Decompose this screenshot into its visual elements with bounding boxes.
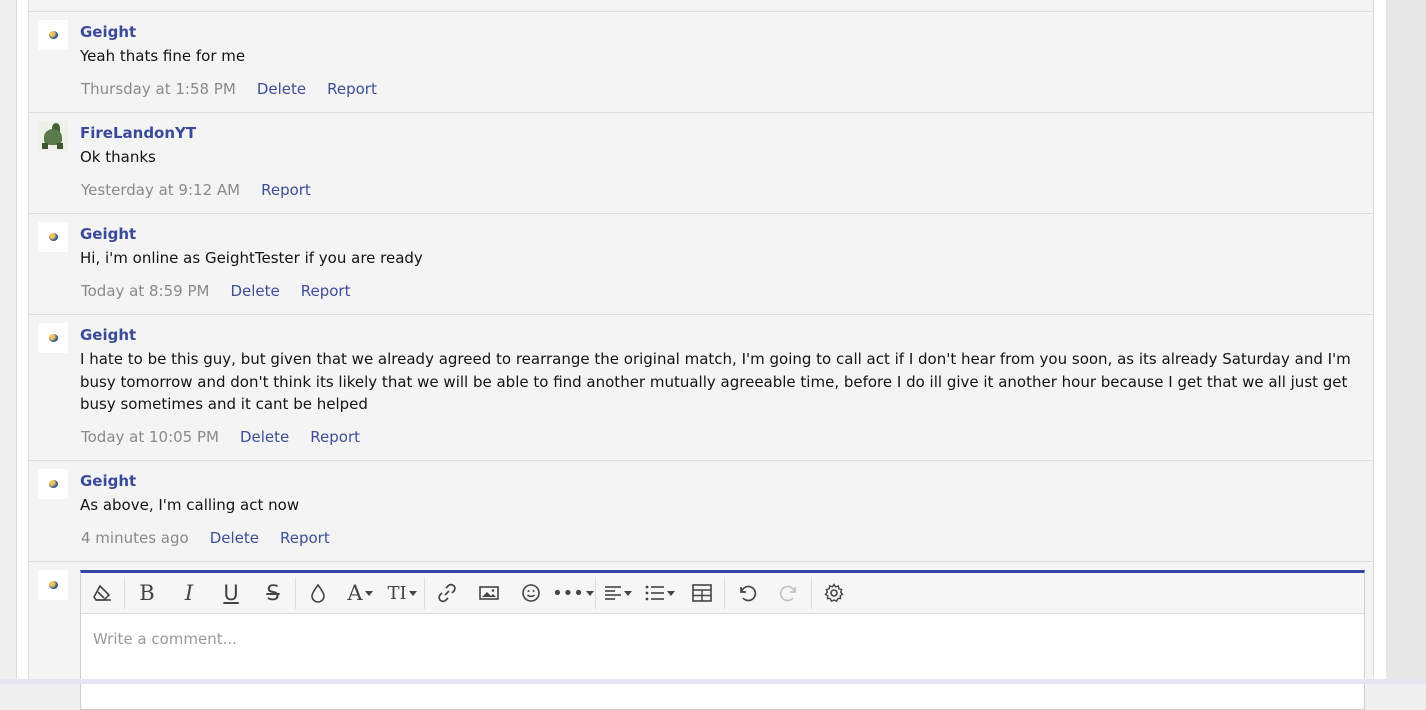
comment-text: Hi, i'm online as GeightTester if you ar… xyxy=(80,249,423,267)
undo-icon[interactable] xyxy=(726,573,768,613)
settings-icon[interactable] xyxy=(813,573,855,613)
delete-link[interactable]: Delete xyxy=(230,282,279,300)
toolbar-divider xyxy=(595,577,596,609)
more-options-icon[interactable]: ••• xyxy=(552,573,594,613)
delete-link[interactable]: Delete xyxy=(210,529,259,547)
delete-link[interactable]: Delete xyxy=(257,80,306,98)
comment-text: As above, I'm calling act now xyxy=(80,496,300,514)
comment-meta: Thursday at 1:58 PM Delete Report xyxy=(81,80,398,98)
comment-item: FireLandonYT Ok thanks Yesterday at 9:12… xyxy=(29,112,1374,213)
table-icon[interactable] xyxy=(681,573,723,613)
avatar[interactable] xyxy=(38,20,68,50)
redo-icon[interactable] xyxy=(768,573,810,613)
comment-text: Yeah thats fine for me xyxy=(80,47,246,65)
comment-list: Geight Yeah thats fine for me Thursday a… xyxy=(28,0,1374,710)
comment-timestamp[interactable]: Yesterday at 9:12 AM xyxy=(81,181,240,199)
emoji-icon[interactable] xyxy=(510,573,552,613)
comment-author[interactable]: Geight xyxy=(80,326,136,344)
avatar[interactable] xyxy=(38,323,68,353)
report-link[interactable]: Report xyxy=(280,529,330,547)
strikethrough-icon[interactable]: S xyxy=(252,573,294,613)
comment-timestamp[interactable]: Today at 8:59 PM xyxy=(81,282,209,300)
avatar[interactable] xyxy=(38,469,68,499)
underline-icon[interactable]: U xyxy=(210,573,252,613)
comment-item: Geight Yeah thats fine for me Thursday a… xyxy=(29,11,1374,112)
avatar xyxy=(38,570,68,600)
report-link[interactable]: Report xyxy=(327,80,377,98)
editor-toolbar: B I U S A TI ••• xyxy=(81,573,1364,614)
list-icon[interactable] xyxy=(639,573,681,613)
clear-formatting-icon[interactable] xyxy=(81,573,123,613)
image-icon[interactable] xyxy=(468,573,510,613)
report-link[interactable]: Report xyxy=(301,282,351,300)
comment-meta: Today at 8:59 PM Delete Report xyxy=(81,282,371,300)
report-link[interactable]: Report xyxy=(261,181,311,199)
pokeball-icon xyxy=(48,581,58,589)
italic-icon[interactable]: I xyxy=(168,573,210,613)
comment-text: I hate to be this guy, but given that we… xyxy=(80,350,1351,414)
comment-author[interactable]: Geight xyxy=(80,225,136,243)
comment-meta: Yesterday at 9:12 AM Report xyxy=(81,181,332,199)
text-color-icon[interactable] xyxy=(297,573,339,613)
comment-author[interactable]: FireLandonYT xyxy=(80,124,196,142)
align-icon[interactable] xyxy=(597,573,639,613)
comment-author[interactable]: Geight xyxy=(80,472,136,490)
comment-item: Geight As above, I'm calling act now 4 m… xyxy=(29,460,1374,561)
toolbar-divider xyxy=(124,577,125,609)
pokeball-icon xyxy=(48,233,58,241)
report-link[interactable]: Report xyxy=(310,428,360,446)
delete-link[interactable]: Delete xyxy=(240,428,289,446)
bold-icon[interactable]: B xyxy=(126,573,168,613)
dinosaur-icon xyxy=(38,121,68,151)
comment-timestamp[interactable]: Today at 10:05 PM xyxy=(81,428,219,446)
pokeball-icon xyxy=(48,480,58,488)
pokeball-icon xyxy=(48,334,58,342)
comment-meta: 4 minutes ago Delete Report xyxy=(81,529,351,547)
comment-item: Geight I hate to be this guy, but given … xyxy=(29,314,1374,460)
link-icon[interactable] xyxy=(426,573,468,613)
comment-meta: Today at 10:05 PM Delete Report xyxy=(81,428,381,446)
comment-timestamp[interactable]: Thursday at 1:58 PM xyxy=(81,80,236,98)
pokeball-icon xyxy=(48,31,58,39)
avatar[interactable] xyxy=(38,222,68,252)
avatar[interactable] xyxy=(38,121,68,151)
comment-editor-row: B I U S A TI ••• Write a comment... xyxy=(29,561,1374,710)
comment-editor[interactable]: B I U S A TI ••• Write a comment... xyxy=(80,570,1365,710)
toolbar-divider xyxy=(424,577,425,609)
comment-timestamp[interactable]: 4 minutes ago xyxy=(81,529,189,547)
toolbar-divider xyxy=(724,577,725,609)
toolbar-divider xyxy=(295,577,296,609)
toolbar-divider xyxy=(811,577,812,609)
font-family-icon[interactable]: A xyxy=(339,573,381,613)
comment-item: Geight Hi, i'm online as GeightTester if… xyxy=(29,213,1374,314)
scroll-gutter xyxy=(1386,0,1426,684)
bottom-strip xyxy=(0,679,1426,684)
comment-input-placeholder[interactable]: Write a comment... xyxy=(93,630,237,648)
comment-author[interactable]: Geight xyxy=(80,23,136,41)
comment-text: Ok thanks xyxy=(80,148,156,166)
font-size-icon[interactable]: TI xyxy=(381,573,423,613)
